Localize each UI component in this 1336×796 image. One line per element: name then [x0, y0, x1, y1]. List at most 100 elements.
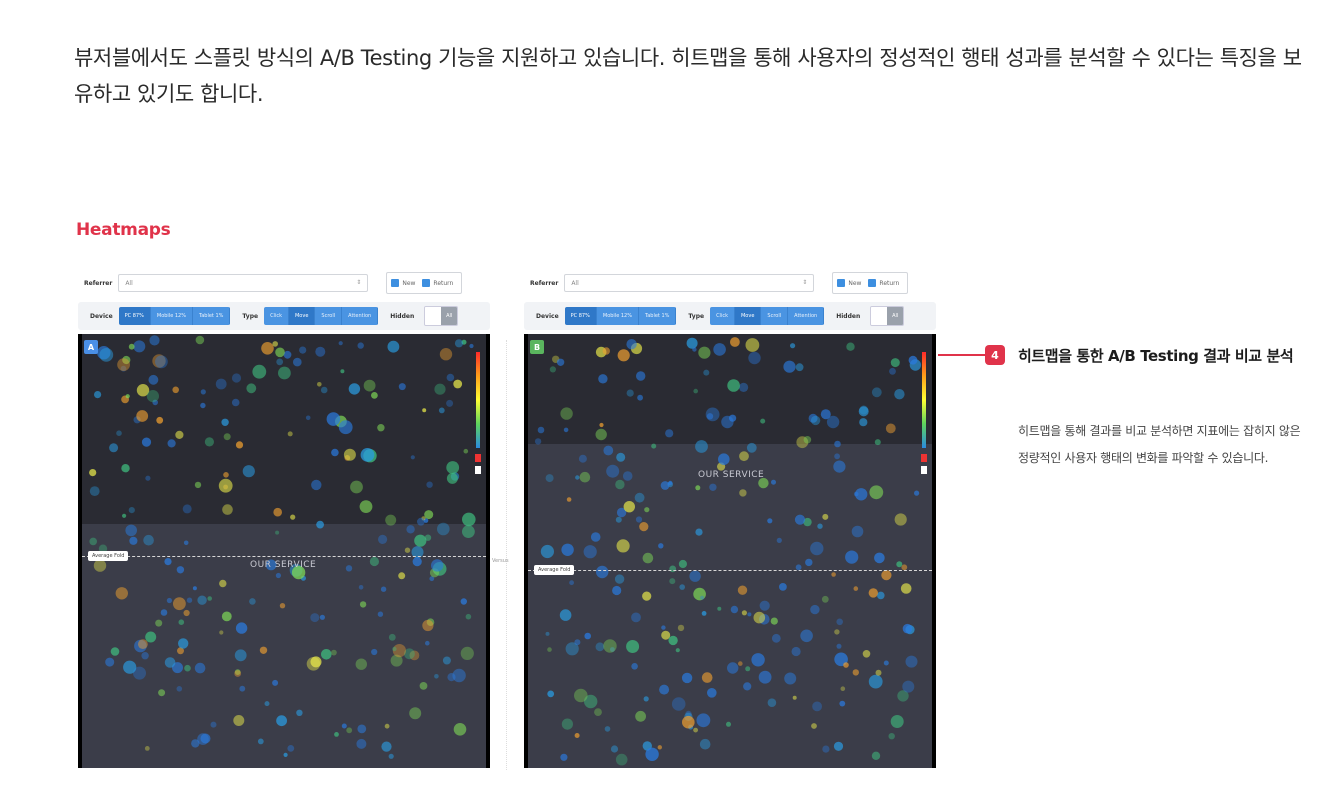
- heat-spot: [287, 431, 293, 437]
- type-option-click[interactable]: Click: [264, 307, 289, 325]
- heat-spot: [569, 580, 574, 586]
- heat-spot: [839, 700, 846, 707]
- legend-plus-button[interactable]: [921, 466, 927, 474]
- return-checkbox[interactable]: [422, 279, 431, 287]
- heat-spot: [453, 379, 463, 389]
- heat-spot: [610, 745, 619, 753]
- device-option-tablet[interactable]: Tablet 1%: [638, 307, 677, 325]
- heat-spot: [900, 583, 912, 594]
- heat-spot: [417, 517, 425, 526]
- toggle-off[interactable]: [425, 307, 442, 325]
- variant-badge: B: [530, 340, 544, 354]
- heat-spot: [826, 415, 840, 429]
- heat-spot: [545, 474, 554, 483]
- heat-spot: [779, 583, 787, 591]
- type-option-click[interactable]: Click: [710, 307, 735, 325]
- heat-spot: [770, 617, 778, 625]
- heat-spot: [908, 355, 918, 365]
- type-option-attention[interactable]: Attention: [342, 307, 379, 325]
- heat-spot: [356, 738, 367, 749]
- type-option-move[interactable]: Move: [734, 307, 762, 325]
- heat-spot: [637, 394, 643, 401]
- heat-spot: [371, 392, 378, 399]
- heat-spot: [729, 414, 737, 422]
- heat-spot: [679, 584, 685, 590]
- heat-spot: [885, 423, 896, 434]
- heat-spot: [871, 751, 881, 760]
- heat-spot: [141, 437, 152, 447]
- heat-spot: [626, 339, 637, 350]
- heat-spot: [537, 426, 545, 434]
- heat-spot: [215, 378, 227, 390]
- referrer-select[interactable]: All ⇕: [118, 274, 369, 292]
- heat-spot: [178, 638, 189, 649]
- legend-plus-button[interactable]: [475, 466, 481, 474]
- heat-spot: [771, 633, 781, 643]
- type-option-scroll[interactable]: Scroll: [761, 307, 789, 325]
- heat-spot: [346, 727, 353, 734]
- heat-spot: [727, 662, 739, 674]
- new-checkbox[interactable]: [837, 279, 846, 287]
- heat-spot: [276, 358, 284, 366]
- heat-spot: [727, 379, 740, 392]
- hidden-toggle[interactable]: All: [870, 306, 905, 326]
- heat-spot: [148, 374, 159, 385]
- heat-spot: [636, 371, 646, 381]
- heat-spot: [272, 341, 278, 347]
- heat-spot: [264, 701, 270, 707]
- toggle-all[interactable]: All: [887, 307, 904, 325]
- heat-spot: [660, 481, 670, 490]
- heat-spot: [234, 670, 242, 677]
- heat-spot: [890, 715, 904, 728]
- referrer-label: Referrer: [530, 279, 559, 287]
- referrer-value: All: [571, 279, 579, 287]
- heat-spot: [359, 500, 373, 513]
- heat-spot: [800, 629, 813, 643]
- heat-spot: [693, 727, 698, 733]
- heat-spot: [129, 536, 138, 545]
- heat-spot: [412, 557, 422, 567]
- heat-spot: [874, 439, 881, 446]
- type-option-move[interactable]: Move: [288, 307, 316, 325]
- device-option-pc[interactable]: PC 87%: [564, 307, 597, 325]
- heat-spot: [425, 640, 430, 646]
- device-option-tablet[interactable]: Tablet 1%: [192, 307, 231, 325]
- heat-spot: [657, 745, 662, 750]
- new-checkbox[interactable]: [391, 279, 400, 287]
- device-option-mobile[interactable]: Mobile 12%: [150, 307, 193, 325]
- heat-spot: [603, 639, 617, 653]
- heat-spot: [812, 701, 822, 712]
- heat-spot: [822, 513, 829, 520]
- service-heading: OUR SERVICE: [250, 560, 317, 570]
- hidden-toggle[interactable]: All: [424, 306, 459, 326]
- toggle-off[interactable]: [871, 307, 888, 325]
- heat-spot: [128, 343, 135, 350]
- heat-spot: [437, 522, 450, 536]
- device-option-mobile[interactable]: Mobile 12%: [596, 307, 639, 325]
- legend-minus-button[interactable]: [475, 454, 481, 462]
- heat-spot: [392, 646, 397, 652]
- heat-spot: [384, 723, 390, 729]
- toggle-all[interactable]: All: [441, 307, 458, 325]
- heat-spot: [771, 479, 776, 485]
- legend-minus-button[interactable]: [921, 454, 927, 462]
- heat-spot: [739, 382, 749, 392]
- device-option-pc[interactable]: PC 87%: [118, 307, 151, 325]
- heat-spot: [438, 407, 445, 414]
- heat-spot: [644, 507, 650, 513]
- heat-spot: [357, 724, 367, 734]
- heat-spot: [99, 348, 114, 362]
- type-option-attention[interactable]: Attention: [788, 307, 825, 325]
- return-checkbox[interactable]: [868, 279, 877, 287]
- heat-spot: [462, 512, 476, 527]
- heat-spot: [252, 364, 267, 379]
- heat-spot: [326, 412, 341, 426]
- referrer-select[interactable]: All ⇕: [564, 274, 815, 292]
- divider: [506, 340, 507, 770]
- heat-spot: [871, 387, 882, 398]
- heat-spot: [446, 373, 455, 382]
- type-option-scroll[interactable]: Scroll: [315, 307, 343, 325]
- heat-spot: [453, 723, 467, 736]
- heat-spot: [234, 649, 247, 662]
- filter-row: Referrer All ⇕ New Return: [78, 270, 490, 296]
